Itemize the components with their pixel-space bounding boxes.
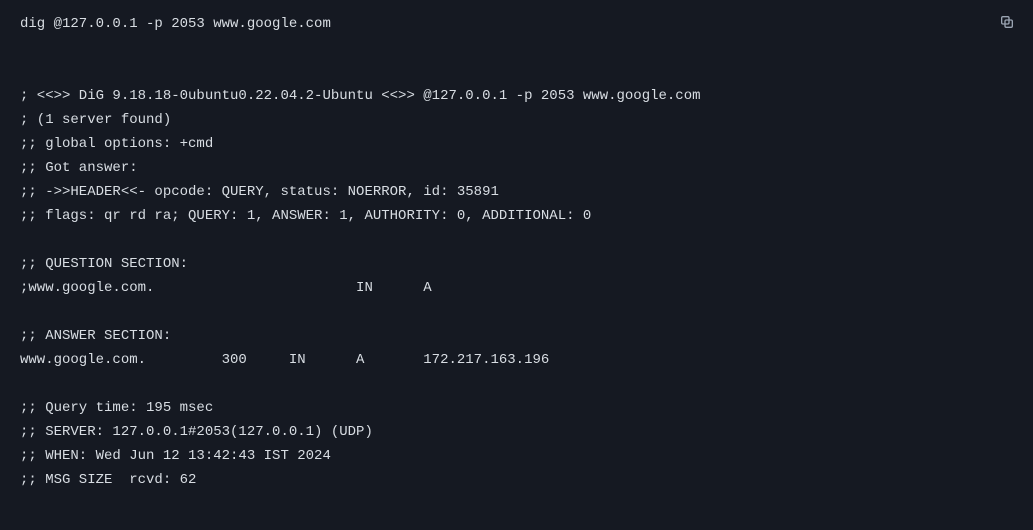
command-line: dig @127.0.0.1 -p 2053 www.google.com xyxy=(20,12,1013,36)
question-section-header: ;; QUESTION SECTION: xyxy=(20,252,1013,276)
header-line: ;; ->>HEADER<<- opcode: QUERY, status: N… xyxy=(20,180,1013,204)
dig-version-line: ; <<>> DiG 9.18.18-0ubuntu0.22.04.2-Ubun… xyxy=(20,84,1013,108)
copy-icon xyxy=(999,14,1015,30)
question-row: ;www.google.com. IN A xyxy=(20,276,1013,300)
blank-line xyxy=(20,300,1013,324)
servers-found-line: ; (1 server found) xyxy=(20,108,1013,132)
answer-section-header: ;; ANSWER SECTION: xyxy=(20,324,1013,348)
flags-line: ;; flags: qr rd ra; QUERY: 1, ANSWER: 1,… xyxy=(20,204,1013,228)
msg-size-line: ;; MSG SIZE rcvd: 62 xyxy=(20,468,1013,492)
blank-line xyxy=(20,228,1013,252)
query-time-line: ;; Query time: 195 msec xyxy=(20,396,1013,420)
global-options-line: ;; global options: +cmd xyxy=(20,132,1013,156)
got-answer-line: ;; Got answer: xyxy=(20,156,1013,180)
server-line: ;; SERVER: 127.0.0.1#2053(127.0.0.1) (UD… xyxy=(20,420,1013,444)
when-line: ;; WHEN: Wed Jun 12 13:42:43 IST 2024 xyxy=(20,444,1013,468)
copy-button[interactable] xyxy=(993,8,1021,36)
blank-line xyxy=(20,372,1013,396)
blank-line xyxy=(20,60,1013,84)
answer-row: www.google.com. 300 IN A 172.217.163.196 xyxy=(20,348,1013,372)
terminal-output-panel: dig @127.0.0.1 -p 2053 www.google.com ; … xyxy=(0,0,1033,530)
blank-line xyxy=(20,36,1013,60)
